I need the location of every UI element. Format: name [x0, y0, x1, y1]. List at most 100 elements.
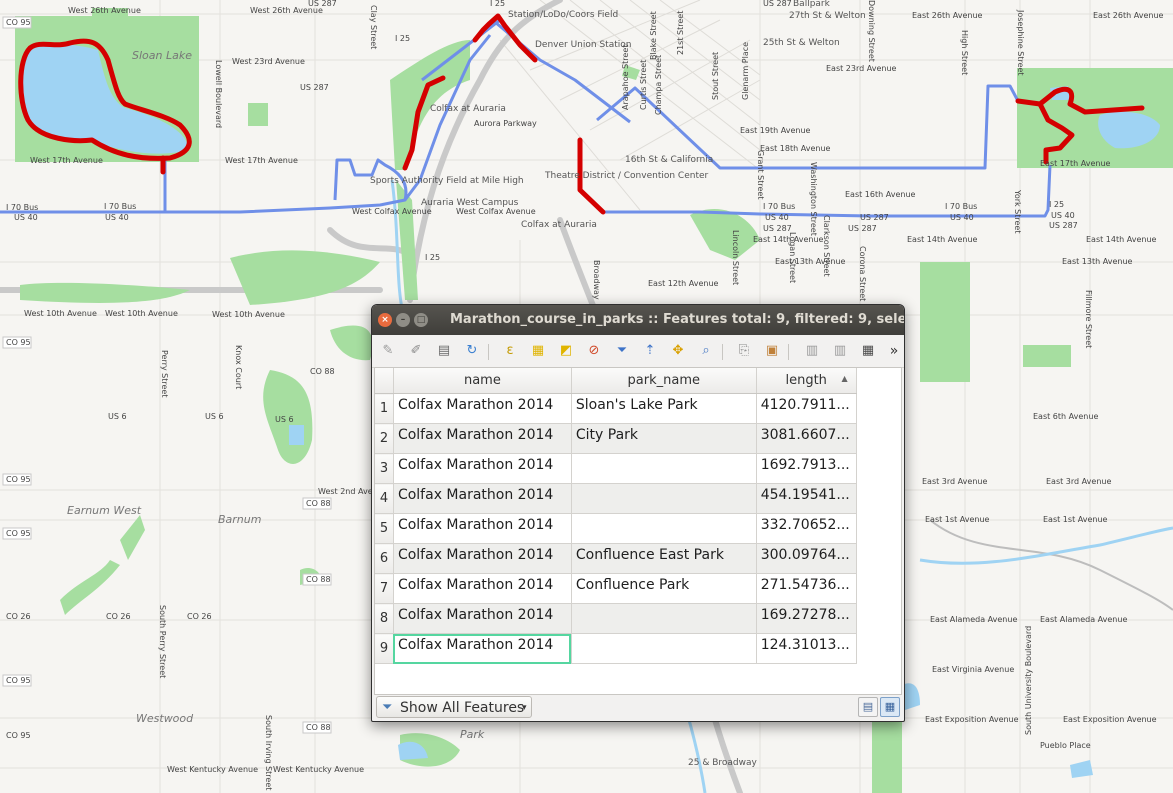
empty-cell [856, 393, 901, 424]
empty-cell [856, 543, 901, 574]
cell-length[interactable]: 4120.7911... [756, 393, 857, 424]
new-field-icon[interactable]: ▥ [832, 343, 848, 359]
table-row[interactable]: 2 Colfax Marathon 2014 City Park 3081.66… [375, 423, 901, 454]
street-label: Champa Street [654, 54, 663, 115]
street-label: East 14th Avenue [907, 235, 978, 244]
street-label: 16th St & California [625, 155, 714, 165]
cell-park-name[interactable] [571, 513, 757, 544]
cell-name[interactable]: Colfax Marathon 2014 [393, 603, 572, 634]
cell-length[interactable]: 124.31013... [756, 633, 857, 664]
street-label: Perry Street [160, 350, 169, 398]
copy-icon[interactable]: ⎘ [736, 343, 752, 359]
table-row[interactable]: 7 Colfax Marathon 2014 Confluence Park 2… [375, 573, 901, 604]
table-view-icon[interactable]: ▦ [880, 697, 900, 717]
place-label: Barnum [218, 513, 262, 526]
street-label: East 3rd Avenue [1046, 477, 1112, 486]
cell-length[interactable]: 300.09764... [756, 543, 857, 574]
cell-park-name[interactable]: Confluence Park [571, 573, 757, 604]
attribute-table[interactable]: name park_name length ▲ 1 Colfax Maratho… [374, 367, 902, 695]
row-number[interactable]: 7 [375, 573, 394, 604]
cell-text: 454.19541... [760, 487, 850, 503]
table-row[interactable]: 9 Colfax Marathon 2014 124.31013... [375, 633, 901, 664]
cell-park-name[interactable] [571, 453, 757, 484]
cell-name[interactable]: Colfax Marathon 2014 [393, 393, 572, 424]
cell-length[interactable]: 454.19541... [756, 483, 857, 514]
cell-park-name[interactable]: Confluence East Park [571, 543, 757, 574]
empty-cell [856, 513, 901, 544]
save-edits-icon[interactable]: ▤ [436, 343, 452, 359]
corner-header[interactable] [375, 368, 394, 394]
cell-length[interactable]: 271.54736... [756, 573, 857, 604]
field-calculator-icon[interactable]: ▦ [860, 343, 876, 359]
cell-text [576, 454, 755, 457]
close-button[interactable]: × [378, 313, 392, 327]
minimize-button[interactable]: – [396, 313, 410, 327]
cell-text: Colfax Marathon 2014 [397, 577, 554, 593]
street-label: West Colfax Avenue [352, 207, 432, 216]
row-number[interactable]: 9 [375, 633, 394, 664]
column-header-name[interactable]: name [393, 368, 572, 394]
cell-name[interactable]: Colfax Marathon 2014 [393, 573, 572, 604]
delete-field-icon[interactable]: ▥ [804, 343, 820, 359]
multi-edit-icon[interactable]: ✐ [408, 343, 424, 359]
toolbar-overflow-icon[interactable]: » [886, 343, 902, 359]
row-number[interactable]: 6 [375, 543, 394, 574]
window-titlebar[interactable]: × – □ Marathon_course_in_parks :: Featur… [372, 305, 904, 335]
cell-name-selected[interactable]: Colfax Marathon 2014 [393, 633, 572, 664]
cell-park-name[interactable]: City Park [571, 423, 757, 454]
cell-length[interactable]: 3081.6607... [756, 423, 857, 454]
invert-selection-icon[interactable]: ◩ [558, 343, 574, 359]
row-number[interactable]: 8 [375, 603, 394, 634]
reload-icon[interactable]: ↻ [464, 343, 480, 359]
empty-cell [856, 633, 901, 664]
row-number[interactable]: 3 [375, 453, 394, 484]
filter-select-icon[interactable]: ⏷ [614, 343, 630, 359]
cell-name[interactable]: Colfax Marathon 2014 [393, 423, 572, 454]
street-label: East Exposition Avenue [925, 715, 1019, 724]
cell-name[interactable]: Colfax Marathon 2014 [393, 513, 572, 544]
table-row[interactable]: 5 Colfax Marathon 2014 332.70652... [375, 513, 901, 544]
pan-to-selected-icon[interactable]: ✥ [670, 343, 686, 359]
select-all-icon[interactable]: ▦ [530, 343, 546, 359]
row-number[interactable]: 4 [375, 483, 394, 514]
street-label: 25th St & Welton [763, 38, 840, 48]
road-shield: CO 26 [106, 612, 131, 621]
table-row[interactable]: 3 Colfax Marathon 2014 1692.7913... [375, 453, 901, 484]
paste-icon[interactable]: ▣ [764, 343, 780, 359]
cell-park-name[interactable] [571, 483, 757, 514]
cell-name[interactable]: Colfax Marathon 2014 [393, 453, 572, 484]
cell-text [576, 484, 755, 487]
column-header-park-name[interactable]: park_name [571, 368, 757, 394]
column-header-length[interactable]: length ▲ [756, 368, 857, 394]
row-number[interactable]: 1 [375, 393, 394, 424]
cell-text: Colfax Marathon 2014 [397, 607, 554, 623]
cell-length[interactable]: 1692.7913... [756, 453, 857, 484]
cell-park-name[interactable] [571, 603, 757, 634]
cell-name[interactable]: Colfax Marathon 2014 [393, 543, 572, 574]
cell-park-name[interactable] [571, 633, 757, 664]
street-label: Lincoln Street [731, 230, 740, 286]
table-row[interactable]: 6 Colfax Marathon 2014 Confluence East P… [375, 543, 901, 574]
row-number[interactable]: 5 [375, 513, 394, 544]
cell-length[interactable]: 169.27278... [756, 603, 857, 634]
deselect-all-icon[interactable]: ⊘ [586, 343, 602, 359]
select-by-expression-icon[interactable]: ε [502, 343, 518, 359]
attribute-table-window[interactable]: × – □ Marathon_course_in_parks :: Featur… [371, 304, 905, 722]
form-view-icon[interactable]: ▤ [858, 697, 878, 717]
row-number[interactable]: 2 [375, 423, 394, 454]
table-row[interactable]: 4 Colfax Marathon 2014 454.19541... [375, 483, 901, 514]
pencil-icon[interactable]: ✎ [380, 343, 396, 359]
cell-length[interactable]: 332.70652... [756, 513, 857, 544]
table-row[interactable]: 8 Colfax Marathon 2014 169.27278... [375, 603, 901, 634]
table-row[interactable]: 1 Colfax Marathon 2014 Sloan's Lake Park… [375, 393, 901, 424]
street-label: East Exposition Avenue [1063, 715, 1157, 724]
maximize-button[interactable]: □ [414, 313, 428, 327]
zoom-to-selected-icon[interactable]: ⌕ [698, 343, 714, 359]
cell-park-name[interactable]: Sloan's Lake Park [571, 393, 757, 424]
road-shield: I 25 [490, 0, 506, 8]
show-all-features-button[interactable]: ⏷ Show All Features ▾ [376, 696, 532, 718]
cell-name[interactable]: Colfax Marathon 2014 [393, 483, 572, 514]
road-shield: US 287 [300, 83, 329, 92]
road-shield: US 287 [763, 224, 792, 233]
move-selection-top-icon[interactable]: ⇡ [642, 343, 658, 359]
